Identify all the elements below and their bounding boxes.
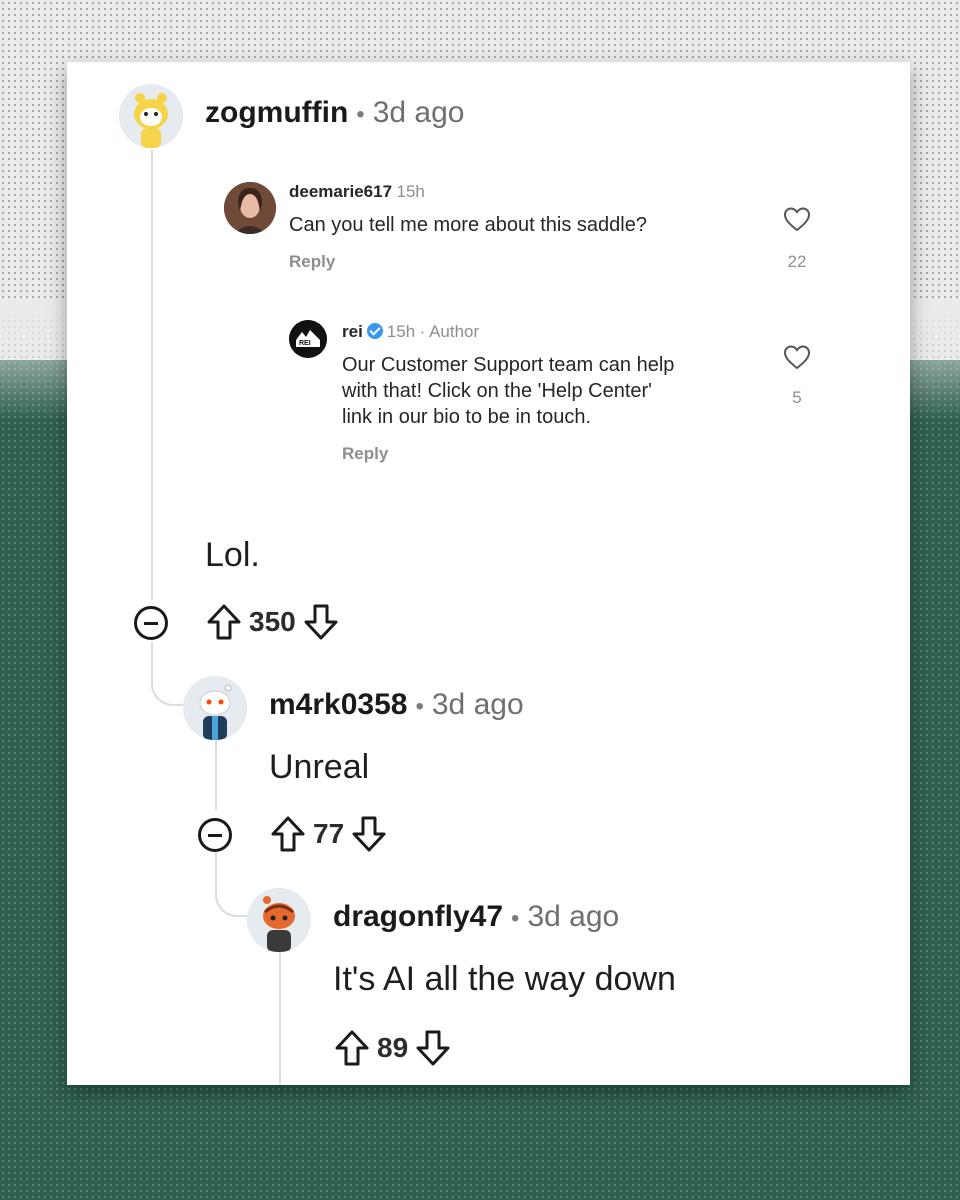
downvote-arrow-icon[interactable] — [302, 602, 340, 642]
thread-line-dragonfly47 — [279, 950, 281, 1085]
ig-reply-header: rei 15h · Author — [342, 322, 479, 342]
timestamp: 3d ago — [372, 96, 465, 129]
comment-body: Unreal — [269, 748, 370, 786]
comment-header: zogmuffin • 3d ago — [205, 96, 464, 130]
comment-thread-card: zogmuffin • 3d ago deemarie617 15h Can you… — [67, 62, 910, 1085]
ig-comment-header: deemarie617 15h — [289, 182, 425, 202]
vote-bar: 350 — [205, 602, 340, 642]
ig-username: deemarie617 — [289, 182, 393, 201]
ig-reply-link: Reply — [342, 444, 389, 463]
ig-reply-username: rei — [342, 322, 363, 341]
ig-timestamp: 15h — [396, 182, 425, 201]
downvote-arrow-icon[interactable] — [414, 1028, 452, 1068]
ig-like-count: 5 — [792, 388, 802, 407]
ig-like-count: 22 — [787, 252, 807, 271]
snoo-avatar-yellow-icon — [119, 84, 183, 148]
username[interactable]: zogmuffin — [205, 96, 348, 129]
thread-connector-m4rk0358 — [151, 652, 183, 706]
snoo-avatar-white-icon — [183, 676, 247, 740]
username[interactable]: dragonfly47 — [333, 900, 503, 933]
vote-bar: 77 — [269, 814, 388, 854]
timestamp: 3d ago — [431, 688, 524, 721]
heart-icon — [783, 206, 811, 237]
vote-count: 89 — [377, 1032, 409, 1063]
user-avatar[interactable] — [183, 676, 247, 740]
rei-logo: REI — [289, 320, 327, 358]
ig-reply-timestamp: 15h — [386, 322, 416, 341]
collapse-thread-button[interactable] — [198, 818, 232, 852]
ig-reply-line: Our Customer Support team can help — [342, 354, 675, 376]
thread-line-main — [151, 150, 153, 600]
comment-body: Lol. — [205, 536, 260, 574]
vote-bar: 89 — [333, 1028, 452, 1068]
comment-body: It's AI all the way down — [333, 960, 676, 998]
user-avatar[interactable] — [247, 888, 311, 952]
snoo-avatar-orange-icon — [247, 888, 311, 952]
ig-reply-line: link in our bio to be in touch. — [342, 406, 592, 428]
user-avatar[interactable] — [119, 84, 183, 148]
verified-badge-icon — [366, 323, 383, 339]
deemarie-avatar — [224, 182, 276, 234]
heart-icon — [783, 344, 811, 375]
ig-comment-text: Can you tell me more about this saddle? — [289, 214, 647, 236]
ig-author-label: · Author — [419, 322, 480, 341]
downvote-arrow-icon[interactable] — [350, 814, 388, 854]
separator-dot: • — [356, 101, 365, 128]
ig-reply-line: with that! Click on the 'Help Center' — [342, 380, 652, 402]
vote-count: 350 — [249, 606, 296, 637]
username[interactable]: m4rk0358 — [269, 688, 407, 721]
profile-photo-icon — [224, 182, 276, 234]
rei-logo-icon — [289, 320, 327, 358]
comment-header: dragonfly47 • 3d ago — [333, 900, 619, 934]
timestamp: 3d ago — [527, 900, 620, 933]
thread-connector-dragonfly47 — [215, 857, 247, 917]
thread-line-m4rk0358 — [215, 740, 217, 810]
comment-header: m4rk0358 • 3d ago — [269, 688, 524, 722]
upvote-arrow-icon[interactable] — [269, 814, 307, 854]
separator-dot: • — [415, 693, 424, 720]
separator-dot: • — [511, 905, 520, 932]
upvote-arrow-icon[interactable] — [333, 1028, 371, 1068]
ig-reply-link: Reply — [289, 252, 336, 271]
ig-reply-text: Our Customer Support team can help with … — [342, 352, 674, 430]
upvote-arrow-icon[interactable] — [205, 602, 243, 642]
vote-count: 77 — [313, 818, 345, 849]
rei-logo-text: REI — [299, 340, 311, 347]
collapse-thread-button[interactable] — [134, 606, 168, 640]
